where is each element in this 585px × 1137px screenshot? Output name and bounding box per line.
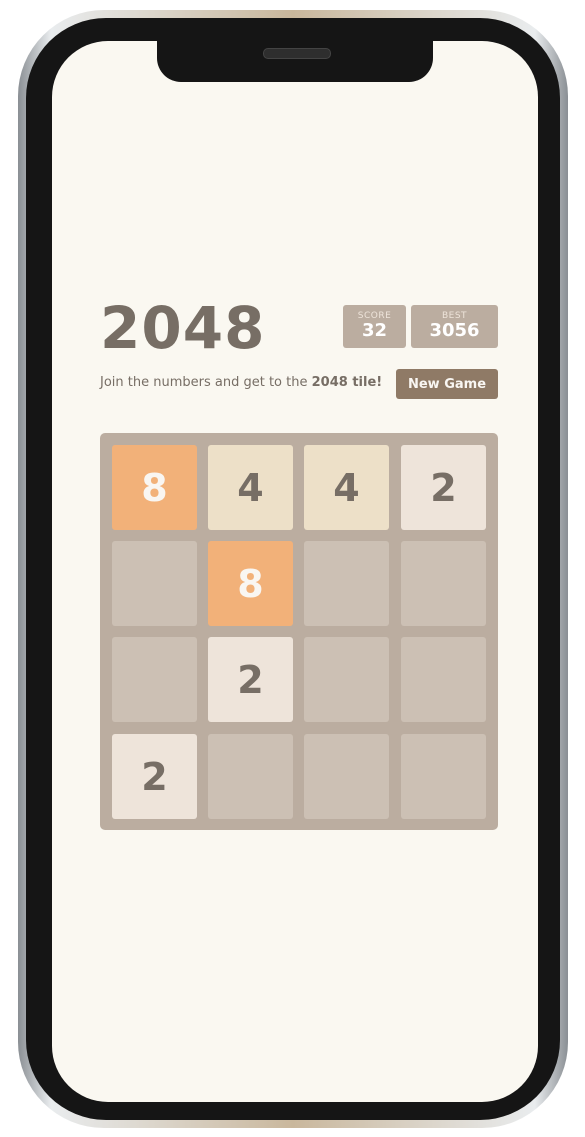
tile-8: 8 xyxy=(208,541,293,626)
empty-cell xyxy=(401,637,486,722)
intro-text-bold: 2048 tile! xyxy=(311,375,383,390)
tile-2: 2 xyxy=(112,734,197,819)
tile-4: 4 xyxy=(208,445,293,530)
empty-cell xyxy=(112,541,197,626)
empty-cell xyxy=(112,637,197,722)
empty-cell xyxy=(304,734,389,819)
empty-cell xyxy=(401,734,486,819)
phone-notch xyxy=(157,38,433,82)
new-game-button[interactable]: New Game xyxy=(396,369,498,399)
speaker-grille-icon xyxy=(263,48,331,59)
intro-text: Join the numbers and get to the 2048 til… xyxy=(100,375,382,390)
score-box: SCORE 32 xyxy=(343,305,406,348)
game-board[interactable]: 8442822 xyxy=(100,433,498,830)
tile-2: 2 xyxy=(208,637,293,722)
score-value: 32 xyxy=(361,320,388,341)
best-value: 3056 xyxy=(429,320,480,341)
tile-2: 2 xyxy=(401,445,486,530)
tile-4: 4 xyxy=(304,445,389,530)
tile-8: 8 xyxy=(112,445,197,530)
intro-text-plain: Join the numbers and get to the xyxy=(100,375,312,390)
empty-cell xyxy=(401,541,486,626)
game-title: 2048 xyxy=(100,294,266,362)
empty-cell xyxy=(304,637,389,722)
best-box: BEST 3056 xyxy=(411,305,498,348)
empty-cell xyxy=(208,734,293,819)
empty-cell xyxy=(304,541,389,626)
